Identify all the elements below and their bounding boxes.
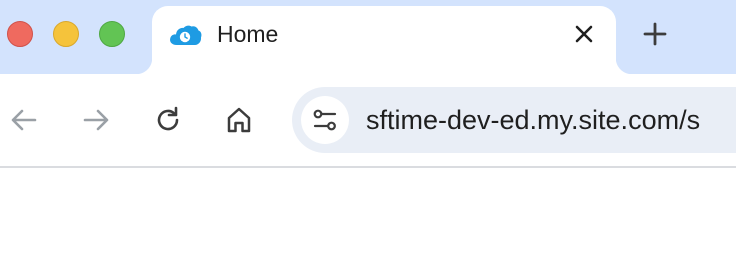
window-close-button[interactable] (7, 21, 33, 47)
forward-button[interactable] (80, 104, 112, 136)
url-text[interactable]: sftime-dev-ed.my.site.com/s (366, 104, 700, 136)
reload-icon (157, 106, 179, 131)
close-icon[interactable] (570, 20, 598, 48)
arrow-right-icon (83, 109, 109, 131)
home-button[interactable] (223, 104, 255, 136)
window-minimize-button[interactable] (53, 21, 79, 47)
tab-corner (136, 58, 152, 74)
window-maximize-button[interactable] (99, 21, 125, 47)
tab-corner (616, 58, 632, 74)
new-tab-button[interactable] (640, 19, 670, 49)
reload-button[interactable] (152, 104, 184, 136)
home-icon (227, 107, 251, 133)
tune-icon (313, 109, 337, 131)
back-button[interactable] (8, 104, 40, 136)
toolbar-divider (0, 166, 736, 168)
plus-icon (643, 22, 667, 46)
arrow-left-icon (11, 109, 37, 131)
salesforce-cloud-icon (168, 24, 202, 46)
site-info-button[interactable] (301, 96, 349, 144)
tab-title: Home (217, 21, 279, 47)
